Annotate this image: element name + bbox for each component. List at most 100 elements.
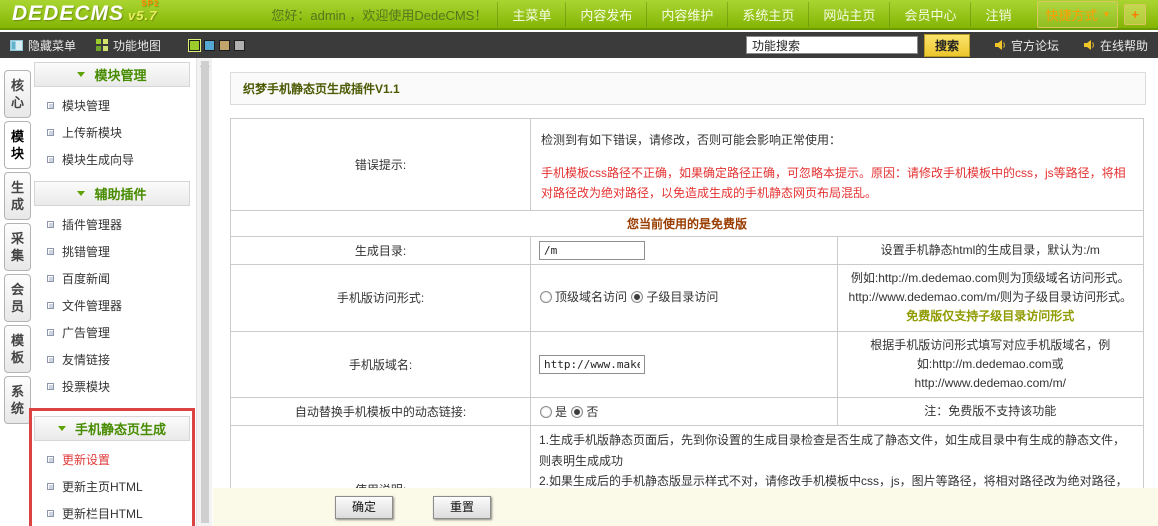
online-help-link[interactable]: 在线帮助 [1083,37,1148,54]
auto-replace-label: 自动替换手机模板中的动态链接: [230,397,531,427]
quick-add-button[interactable]: + [1124,3,1146,25]
gen-dir-cell [530,235,838,265]
toolbar: 隐藏菜单 功能地图 搜索 官方论坛 在线帮助 [0,32,1158,58]
error-label: 错误提示: [230,118,531,211]
search-button[interactable]: 搜索 [923,33,970,57]
quick-menu-button[interactable]: 快捷方式 ▼ [1037,0,1119,28]
bullet-icon [47,156,54,163]
theme-swatch-tan[interactable] [219,39,231,51]
official-forum-link[interactable]: 官方论坛 [994,37,1059,54]
access-mode-label: 手机版访问形式: [230,263,531,332]
sidebar-item-baidu-news[interactable]: 百度新闻 [34,265,190,292]
form-footer: 确定 重置 [213,488,1158,526]
access-mode-row: 手机版访问形式: 顶级域名访问 子级目录访问 例如:http://m.dedem… [230,263,1144,332]
sidebar-item-vote-module[interactable]: 投票模块 [34,373,190,400]
bullet-icon [47,483,54,490]
sidebar-item-update-category-html[interactable]: 更新栏目HTML [34,500,190,526]
radio-top-domain-label[interactable]: 顶级域名访问 [555,290,627,304]
grid-icon [96,39,109,51]
sidebar-item-ad-manage[interactable]: 广告管理 [34,319,190,346]
confirm-button[interactable]: 确定 [335,496,393,519]
bullet-icon [47,510,54,517]
sidebar-item-module-manage[interactable]: 模块管理 [34,92,190,119]
logo-sp-tag: SP2 [141,0,160,8]
auto-replace-desc: 注：免费版不支持该功能 [836,397,1144,427]
bullet-icon [47,456,54,463]
sidebar-item-update-home-html[interactable]: 更新主页HTML [34,473,190,500]
theme-swatches [188,38,246,52]
tab-collect[interactable]: 采集 [4,223,31,271]
sidebar-item-error-report[interactable]: 挑错管理 [34,238,190,265]
domain-cell [530,330,838,399]
sidebar-menu: 模块管理 模块管理 上传新模块 模块生成向导 辅助插件 插件管理器 挑错管理 百… [29,62,195,526]
auto-replace-cell: 是 否 [530,397,838,427]
hide-menu-button[interactable]: 隐藏菜单 [10,37,76,54]
nav-logout[interactable]: 注销 [970,1,1025,27]
error-detail-text: 手机模板css路径不正确，如果确定路径正确，可忽略本提示。原因：请修改手机模板中… [541,166,1126,201]
nav-system-home[interactable]: 系统主页 [727,1,808,27]
tab-generate[interactable]: 生成 [4,172,31,220]
nav-main-menu[interactable]: 主菜单 [497,1,565,27]
bullet-icon [47,248,54,255]
bullet-icon [47,102,54,109]
section-mobile-static-highlighted: 手机静态页生成 更新设置 更新主页HTML 更新栏目HTML 更新文档HTML … [29,408,195,526]
sidebar-item-module-wizard[interactable]: 模块生成向导 [34,146,190,173]
sidebar-item-friend-links[interactable]: 友情链接 [34,346,190,373]
nav-content-maintain[interactable]: 内容维护 [646,1,727,27]
tab-template[interactable]: 模板 [4,325,31,373]
radio-no[interactable] [571,406,584,419]
free-edition-note: 免费版仅支持子级目录访问形式 [906,309,1075,324]
radio-sub-dir[interactable] [631,291,644,304]
radio-no-label[interactable]: 否 [586,405,598,419]
sidebar-item-file-manager[interactable]: 文件管理器 [34,292,190,319]
reset-button[interactable]: 重置 [433,496,491,519]
tab-member[interactable]: 会员 [4,274,31,322]
dedecms-logo: DEDECMS SP2 v5.7 [12,0,160,26]
bullet-icon [47,329,54,336]
nav-member-center[interactable]: 会员中心 [889,1,970,27]
bullet-icon [47,221,54,228]
tab-module[interactable]: 模块 [4,121,31,169]
sidebar-item-plugin-manager[interactable]: 插件管理器 [34,211,190,238]
panel-icon [10,39,23,51]
scrollbar-thumb[interactable] [201,61,209,523]
radio-top-domain[interactable] [540,291,552,304]
tab-system[interactable]: 系统 [4,376,31,424]
section-header[interactable]: 辅助插件 [34,181,190,206]
section-module-manage: 模块管理 模块管理 上传新模块 模块生成向导 [34,62,190,173]
chevron-down-icon: ▼ [1102,9,1111,19]
theme-swatch-blue[interactable] [204,39,216,51]
section-header[interactable]: 手机静态页生成 [34,416,190,441]
bullet-icon [47,302,54,309]
speaker-icon [1083,40,1094,50]
theme-swatch-gray[interactable] [234,39,246,51]
radio-yes-label[interactable]: 是 [555,405,567,419]
feature-map-button[interactable]: 功能地图 [96,37,161,54]
radio-sub-dir-label[interactable]: 子级目录访问 [646,290,718,304]
section-title: 模块管理 [94,68,147,83]
radio-yes[interactable] [540,406,552,419]
access-mode-desc: 例如:http://m.dedemao.com则为顶级域名访问形式。http:/… [836,263,1144,332]
header-bar: DEDECMS SP2 v5.7 您好：admin ，欢迎使用DedeCMS！ 主菜… [0,0,1158,30]
chevron-down-icon [77,191,86,196]
section-title: 辅助插件 [94,187,147,202]
sidebar-scrollbar[interactable] [196,58,212,526]
header-right: 您好：admin ，欢迎使用DedeCMS！ 主菜单 内容发布 内容维护 系统主… [271,0,1146,28]
section-header[interactable]: 模块管理 [34,62,190,87]
gen-dir-input[interactable] [539,240,645,260]
domain-row: 手机版域名: 根据手机版访问形式填写对应手机版域名，例如:http://m.de… [230,330,1144,399]
mobile-domain-input[interactable] [539,354,645,374]
theme-swatch-green[interactable] [188,38,202,52]
module-tabs: 核心 模块 生成 采集 会员 模板 系统 [4,70,31,424]
error-content: 检测到有如下错误，请修改，否则可能会影响正常使用： 手机模板css路径不正确，如… [530,118,1144,211]
tab-core[interactable]: 核心 [4,70,31,118]
nav-site-home[interactable]: 网站主页 [808,1,889,27]
sidebar-item-upload-module[interactable]: 上传新模块 [34,119,190,146]
error-row: 错误提示: 检测到有如下错误，请修改，否则可能会影响正常使用： 手机模板css路… [230,118,1144,211]
section-title: 手机静态页生成 [74,422,166,437]
function-search-input[interactable] [745,36,918,54]
domain-label: 手机版域名: [230,330,531,399]
sidebar-item-update-settings[interactable]: 更新设置 [34,446,190,473]
nav-content-publish[interactable]: 内容发布 [565,1,646,27]
edition-row: 您当前使用的是免费版 [230,209,1144,237]
